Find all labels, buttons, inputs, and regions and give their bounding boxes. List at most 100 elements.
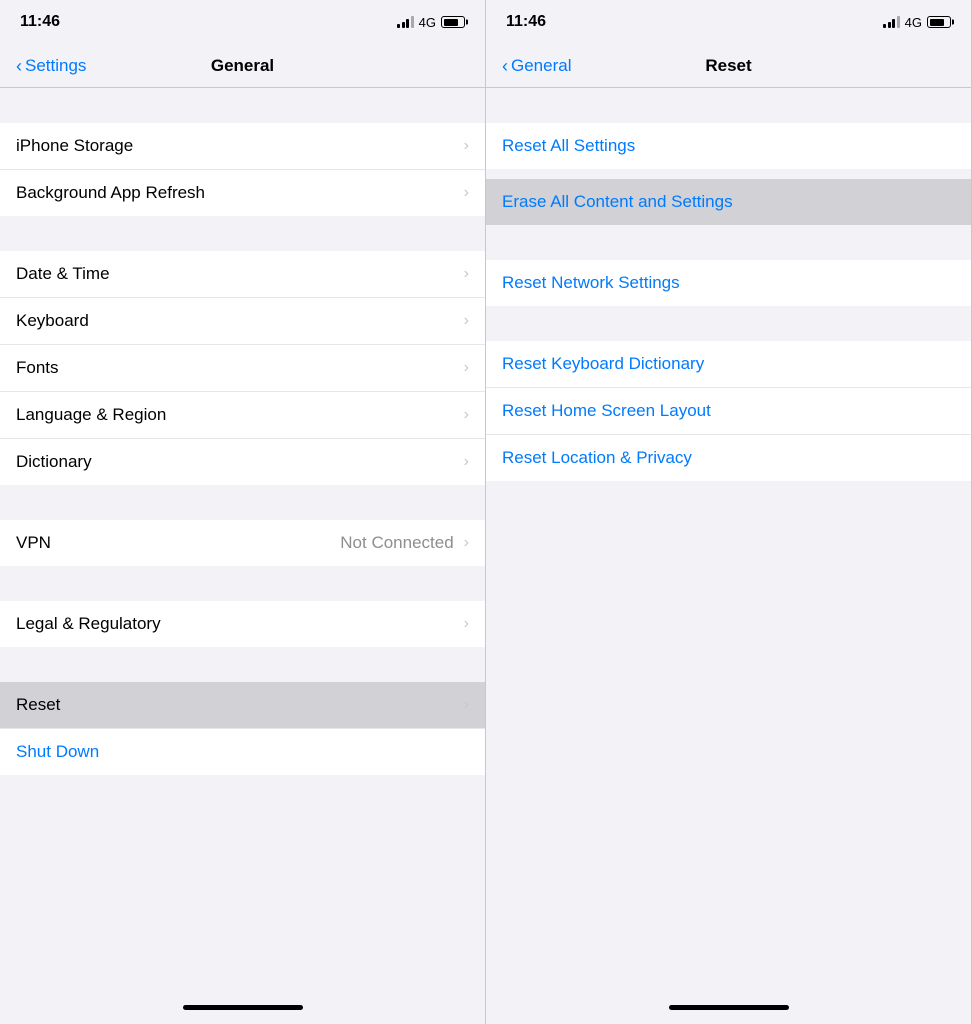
- left-back-button[interactable]: ‹ Settings: [8, 48, 94, 84]
- erase-all-content-item[interactable]: Erase All Content and Settings: [486, 179, 971, 225]
- left-home-bar: [183, 1005, 303, 1010]
- keyboard-label: Keyboard: [16, 311, 89, 331]
- right-battery-icon: [927, 16, 951, 28]
- dictionary-right: ›: [464, 453, 469, 471]
- left-status-bar: 11:46 4G: [0, 0, 485, 44]
- language-region-chevron-icon: ›: [464, 406, 469, 424]
- background-app-refresh-label: Background App Refresh: [16, 183, 205, 203]
- fonts-chevron-icon: ›: [464, 359, 469, 377]
- reset-location-privacy-label: Reset Location & Privacy: [502, 448, 692, 468]
- right-network-label: 4G: [905, 15, 922, 30]
- right-back-chevron-icon: ‹: [502, 57, 508, 75]
- dictionary-chevron-icon: ›: [464, 453, 469, 471]
- shut-down-label: Shut Down: [16, 742, 99, 762]
- vpn-right: Not Connected ›: [340, 533, 469, 553]
- right-status-icons: 4G: [883, 15, 951, 30]
- iphone-storage-right: ›: [464, 137, 469, 155]
- vpn-chevron-icon: ›: [464, 534, 469, 552]
- right-status-bar: 11:46 4G: [486, 0, 971, 44]
- reset-right: ›: [464, 696, 469, 714]
- dictionary-item[interactable]: Dictionary ›: [0, 439, 485, 485]
- right-nav-bar: ‹ General Reset: [486, 44, 971, 88]
- left-nav-bar: ‹ Settings General: [0, 44, 485, 88]
- reset-label: Reset: [16, 695, 60, 715]
- reset-home-screen-layout-label: Reset Home Screen Layout: [502, 401, 711, 421]
- legal-regulatory-label: Legal & Regulatory: [16, 614, 161, 634]
- left-home-indicator: [0, 990, 485, 1024]
- left-status-icons: 4G: [397, 15, 465, 30]
- right-section-gap-0: [486, 88, 971, 123]
- right-home-bar: [669, 1005, 789, 1010]
- reset-network-settings-item[interactable]: Reset Network Settings: [486, 260, 971, 306]
- background-app-refresh-item[interactable]: Background App Refresh ›: [0, 170, 485, 216]
- dictionary-label: Dictionary: [16, 452, 92, 472]
- left-section-gap-5: [0, 775, 485, 810]
- erase-all-content-label: Erase All Content and Settings: [502, 192, 733, 212]
- left-group-4: Legal & Regulatory ›: [0, 601, 485, 647]
- reset-network-settings-label: Reset Network Settings: [502, 273, 680, 293]
- left-back-chevron-icon: ‹: [16, 57, 22, 75]
- right-section-gap-2: [486, 225, 971, 260]
- left-group-1: iPhone Storage › Background App Refresh …: [0, 123, 485, 216]
- right-content: Reset All Settings Erase All Content and…: [486, 88, 971, 990]
- right-phone-panel: 11:46 4G ‹ General Reset: [486, 0, 972, 1024]
- vpn-value: Not Connected: [340, 533, 453, 553]
- left-section-gap-1: [0, 216, 485, 251]
- battery-icon: [441, 16, 465, 28]
- legal-regulatory-item[interactable]: Legal & Regulatory ›: [0, 601, 485, 647]
- reset-location-privacy-item[interactable]: Reset Location & Privacy: [486, 435, 971, 481]
- shut-down-item[interactable]: Shut Down: [0, 729, 485, 775]
- language-region-label: Language & Region: [16, 405, 166, 425]
- keyboard-right: ›: [464, 312, 469, 330]
- legal-regulatory-right: ›: [464, 615, 469, 633]
- left-content: iPhone Storage › Background App Refresh …: [0, 88, 485, 990]
- right-section-gap-1: [486, 169, 971, 179]
- right-group-4: Reset Keyboard Dictionary Reset Home Scr…: [486, 341, 971, 481]
- left-group-2: Date & Time › Keyboard › Fonts › Languag…: [0, 251, 485, 485]
- left-back-label: Settings: [25, 56, 86, 76]
- reset-keyboard-dictionary-item[interactable]: Reset Keyboard Dictionary: [486, 341, 971, 388]
- date-time-item[interactable]: Date & Time ›: [0, 251, 485, 298]
- right-group-2: Erase All Content and Settings: [486, 179, 971, 225]
- right-group-3: Reset Network Settings: [486, 260, 971, 306]
- right-back-button[interactable]: ‹ General: [494, 48, 579, 84]
- reset-all-settings-item[interactable]: Reset All Settings: [486, 123, 971, 169]
- language-region-item[interactable]: Language & Region ›: [0, 392, 485, 439]
- date-time-label: Date & Time: [16, 264, 110, 284]
- iphone-storage-chevron-icon: ›: [464, 137, 469, 155]
- date-time-chevron-icon: ›: [464, 265, 469, 283]
- fonts-label: Fonts: [16, 358, 59, 378]
- vpn-item[interactable]: VPN Not Connected ›: [0, 520, 485, 566]
- right-back-label: General: [511, 56, 571, 76]
- reset-chevron-icon: ›: [464, 696, 469, 714]
- left-group-3: VPN Not Connected ›: [0, 520, 485, 566]
- language-region-right: ›: [464, 406, 469, 424]
- date-time-right: ›: [464, 265, 469, 283]
- background-app-refresh-right: ›: [464, 184, 469, 202]
- left-section-gap-0: [0, 88, 485, 123]
- keyboard-item[interactable]: Keyboard ›: [0, 298, 485, 345]
- legal-regulatory-chevron-icon: ›: [464, 615, 469, 633]
- left-phone-panel: 11:46 4G ‹ Settings General: [0, 0, 486, 1024]
- left-nav-title: General: [211, 56, 274, 76]
- right-section-gap-4: [486, 481, 971, 516]
- right-section-gap-3: [486, 306, 971, 341]
- reset-item[interactable]: Reset ›: [0, 682, 485, 729]
- network-label: 4G: [419, 15, 436, 30]
- fonts-item[interactable]: Fonts ›: [0, 345, 485, 392]
- fonts-right: ›: [464, 359, 469, 377]
- left-group-5: Reset › Shut Down: [0, 682, 485, 775]
- left-section-gap-3: [0, 566, 485, 601]
- reset-keyboard-dictionary-label: Reset Keyboard Dictionary: [502, 354, 704, 374]
- vpn-label: VPN: [16, 533, 51, 553]
- left-section-gap-2: [0, 485, 485, 520]
- right-nav-title: Reset: [705, 56, 751, 76]
- iphone-storage-label: iPhone Storage: [16, 136, 133, 156]
- right-group-1: Reset All Settings: [486, 123, 971, 169]
- background-app-refresh-chevron-icon: ›: [464, 184, 469, 202]
- reset-home-screen-layout-item[interactable]: Reset Home Screen Layout: [486, 388, 971, 435]
- keyboard-chevron-icon: ›: [464, 312, 469, 330]
- iphone-storage-item[interactable]: iPhone Storage ›: [0, 123, 485, 170]
- signal-bars-icon: [397, 16, 414, 28]
- right-signal-bars-icon: [883, 16, 900, 28]
